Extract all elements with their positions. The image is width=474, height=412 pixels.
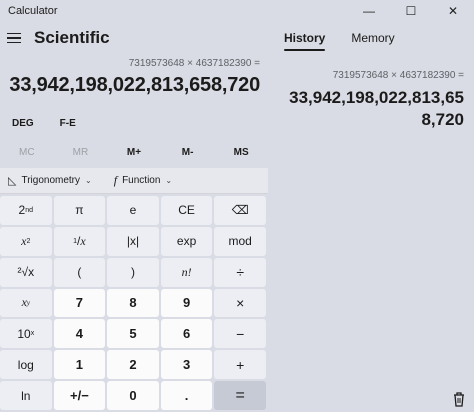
backspace-icon: ⌫: [231, 203, 249, 218]
window-controls: — ☐ ✕: [348, 0, 474, 22]
digit-3-button[interactable]: 3: [160, 350, 213, 380]
history-result-line-1: 33,942,198,022,813,65: [289, 88, 464, 107]
calculator-mode-title: Scientific: [34, 28, 110, 47]
maximize-button[interactable]: ☐: [390, 0, 432, 22]
second-button[interactable]: 2nd: [0, 196, 52, 225]
chevron-down-icon: ⌄: [85, 176, 92, 185]
euler-button[interactable]: e: [107, 196, 159, 225]
ten-label: 10: [17, 326, 31, 341]
exp-button[interactable]: exp: [160, 226, 213, 256]
minimize-button[interactable]: —: [348, 0, 390, 22]
digit-7-button[interactable]: 7: [53, 288, 106, 318]
close-button[interactable]: ✕: [432, 0, 474, 22]
hamburger-menu-icon[interactable]: [4, 28, 24, 48]
digit-0-button[interactable]: 0: [107, 381, 159, 410]
divide-button[interactable]: ÷: [214, 257, 266, 287]
factorial-button[interactable]: n!: [160, 257, 213, 287]
function-label: Function: [122, 175, 161, 186]
digit-6-button[interactable]: 6: [160, 319, 213, 349]
memory-store-button[interactable]: MS: [214, 140, 268, 164]
side-panel-tabs: History Memory: [284, 31, 395, 51]
digit-2-button[interactable]: 2: [107, 350, 159, 380]
backspace-button[interactable]: ⌫: [214, 196, 266, 225]
pi-button[interactable]: π: [53, 196, 106, 225]
memory-row: MC MR M+ M- MS: [0, 140, 268, 164]
decimal-button[interactable]: .: [160, 381, 213, 410]
fe-notation-button[interactable]: F-E: [60, 118, 76, 129]
function-f-icon: f: [113, 173, 118, 187]
ln-button[interactable]: ln: [0, 381, 52, 410]
function-row: ◺ Trigonometry ⌄ f Function ⌄: [0, 168, 268, 194]
digit-4-button[interactable]: 4: [53, 319, 106, 349]
chevron-down-icon: ⌄: [165, 176, 173, 185]
factorial-label: n!: [181, 264, 192, 279]
ten-power-button[interactable]: 10 x: [0, 319, 52, 349]
add-button[interactable]: +: [214, 350, 266, 380]
absolute-value-button[interactable]: |x|: [107, 226, 159, 256]
mod-button[interactable]: mod: [214, 226, 266, 256]
title-bar: Calculator — ☐ ✕: [0, 0, 474, 22]
history-expression: 7319573648 × 4637182390 =: [332, 70, 464, 81]
history-result-line-2: 8,720: [421, 110, 464, 129]
reciprocal-button[interactable]: 1/x: [53, 226, 106, 256]
multiply-button[interactable]: ×: [214, 288, 266, 318]
left-paren-button[interactable]: (: [53, 257, 106, 287]
function-dropdown[interactable]: f Function ⌄: [114, 173, 172, 188]
digit-9-button[interactable]: 9: [160, 288, 213, 318]
app-title: Calculator: [8, 5, 58, 17]
power-button[interactable]: xy: [0, 288, 52, 318]
power-sup: y: [26, 298, 31, 307]
result-display: 33,942,198,022,813,658,720: [9, 74, 260, 96]
keypad: 2nd π e CE ⌫ x2 1/x |x| exp mod ²√x ( ) …: [0, 196, 268, 410]
memory-add-button[interactable]: M+: [107, 140, 161, 164]
digit-5-button[interactable]: 5: [107, 319, 159, 349]
memory-recall-button[interactable]: MR: [54, 140, 108, 164]
ten-sup: x: [30, 330, 35, 338]
trigonometry-label: Trigonometry: [21, 175, 81, 186]
digit-1-button[interactable]: 1: [53, 350, 106, 380]
log-button[interactable]: log: [0, 350, 52, 380]
equals-button[interactable]: =: [214, 381, 266, 410]
second-label: 2: [18, 203, 26, 218]
square-root-button[interactable]: ²√x: [0, 257, 52, 287]
tab-history[interactable]: History: [284, 31, 326, 51]
clear-entry-button[interactable]: CE: [160, 196, 213, 225]
trigonometry-dropdown[interactable]: ◺ Trigonometry ⌄: [8, 174, 92, 187]
memory-subtract-button[interactable]: M-: [161, 140, 215, 164]
expression-display: 7319573648 × 4637182390 =: [128, 58, 260, 69]
tab-memory[interactable]: Memory: [351, 31, 394, 51]
angle-unit-button[interactable]: DEG: [12, 118, 34, 129]
memory-clear-button[interactable]: MC: [0, 140, 54, 164]
trash-icon[interactable]: [450, 390, 468, 408]
mode-row: DEG F-E: [12, 118, 76, 129]
reciprocal-numerator: 1: [73, 237, 77, 245]
square-button[interactable]: x2: [0, 226, 52, 256]
negate-button[interactable]: +/−: [53, 381, 106, 410]
right-paren-button[interactable]: ): [107, 257, 159, 287]
history-result: 33,942,198,022,813,65 8,720: [274, 87, 464, 131]
digit-8-button[interactable]: 8: [107, 288, 159, 318]
triangle-ruler-icon: ◺: [8, 175, 17, 187]
square-sup: 2: [26, 237, 31, 245]
history-item[interactable]: 7319573648 × 4637182390 = 33,942,198,022…: [274, 70, 464, 131]
second-sup: nd: [25, 206, 34, 214]
subtract-button[interactable]: −: [214, 319, 266, 349]
reciprocal-denominator: x: [80, 233, 86, 248]
